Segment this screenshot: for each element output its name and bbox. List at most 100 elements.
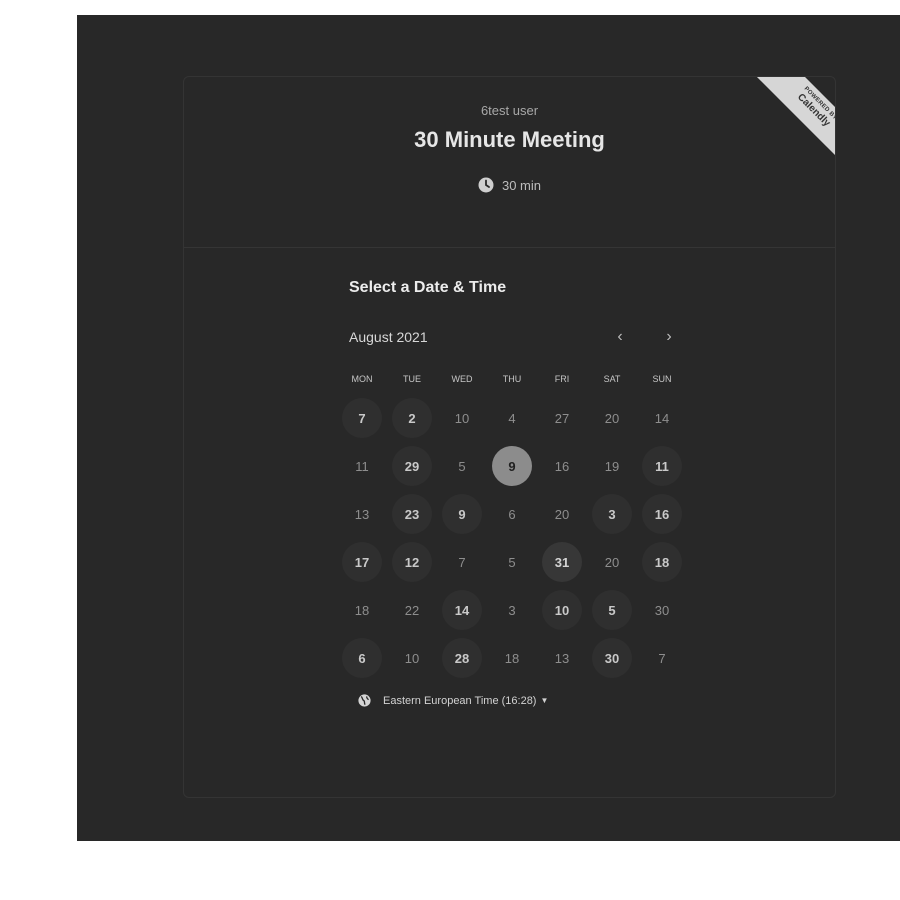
day-number: 28 xyxy=(442,638,482,678)
day-number: 13 xyxy=(554,650,570,666)
calendar-day-available[interactable]: 14 xyxy=(437,586,487,634)
weekday-label: WED xyxy=(451,374,473,384)
calendar-day-today[interactable]: 31 xyxy=(537,538,587,586)
calendar-day-unavailable: 7 xyxy=(437,538,487,586)
day-number: 20 xyxy=(604,554,620,570)
day-number: 4 xyxy=(508,410,516,426)
calendar-day-unavailable: 20 xyxy=(587,538,637,586)
day-number: 10 xyxy=(404,650,420,666)
day-number: 31 xyxy=(542,542,582,582)
day-number: 22 xyxy=(404,602,420,618)
day-number: 23 xyxy=(392,494,432,534)
calendar-day-unavailable: 5 xyxy=(437,442,487,490)
duration-label: 30 min xyxy=(501,177,542,193)
calendar-day-unavailable: 6 xyxy=(487,490,537,538)
calendar-day-available[interactable]: 5 xyxy=(587,586,637,634)
day-number: 14 xyxy=(654,410,670,426)
calendar-day-unavailable: 19 xyxy=(587,442,637,490)
day-number: 17 xyxy=(342,542,382,582)
day-number: 7 xyxy=(658,650,666,666)
day-number: 3 xyxy=(508,602,516,618)
weekday-label: SUN xyxy=(652,374,672,384)
day-number: 30 xyxy=(654,602,670,618)
calendar-day-unavailable: 3 xyxy=(487,586,537,634)
day-number: 20 xyxy=(604,410,620,426)
timezone-selector[interactable]: Eastern European Time (16:28) ▼ xyxy=(358,694,548,707)
calendly-brand: Calendly xyxy=(795,91,833,129)
badge-band: POWERED BY Calendly xyxy=(748,77,835,176)
day-number: 29 xyxy=(392,446,432,486)
powered-by-badge[interactable]: POWERED BY Calendly xyxy=(731,77,835,181)
weekday-header: MON TUE WED THU FRI SAT SUN xyxy=(337,374,687,384)
day-number: 6 xyxy=(508,506,516,522)
calendar-day-available[interactable]: 2 xyxy=(387,394,437,442)
calendar-day-available[interactable]: 23 xyxy=(387,490,437,538)
calendar-day-available[interactable]: 11 xyxy=(637,442,687,490)
day-number: 9 xyxy=(492,446,532,486)
weekday-label: TUE xyxy=(403,374,421,384)
day-number: 2 xyxy=(392,398,432,438)
day-number: 3 xyxy=(592,494,632,534)
calendar-day-unavailable: 14 xyxy=(637,394,687,442)
calendar-day-available[interactable]: 10 xyxy=(537,586,587,634)
calendar-day-available[interactable]: 16 xyxy=(637,490,687,538)
calendar-day-unavailable: 13 xyxy=(537,634,587,682)
calendar-day-unavailable: 10 xyxy=(437,394,487,442)
calendar-day-unavailable: 18 xyxy=(337,586,387,634)
weekday-label: MON xyxy=(351,374,373,384)
previous-month-button[interactable]: ‹ xyxy=(608,325,632,349)
day-number: 5 xyxy=(592,590,632,630)
calendar-day-available[interactable]: 6 xyxy=(337,634,387,682)
day-number: 7 xyxy=(458,554,466,570)
calendar-day-unavailable: 20 xyxy=(537,490,587,538)
calendar-day-available[interactable]: 18 xyxy=(637,538,687,586)
calendar-day-unavailable: 20 xyxy=(587,394,637,442)
day-number: 18 xyxy=(504,650,520,666)
day-number: 10 xyxy=(454,410,470,426)
day-number: 16 xyxy=(642,494,682,534)
calendar-day-available[interactable]: 12 xyxy=(387,538,437,586)
day-number: 6 xyxy=(342,638,382,678)
calendar-day-unavailable: 10 xyxy=(387,634,437,682)
chevron-right-icon: › xyxy=(666,328,672,345)
day-number: 9 xyxy=(442,494,482,534)
day-number: 11 xyxy=(355,458,369,474)
day-number: 18 xyxy=(642,542,682,582)
month-label: August 2021 xyxy=(349,329,428,345)
day-number: 5 xyxy=(458,458,466,474)
calendar-day-unavailable: 13 xyxy=(337,490,387,538)
day-number: 10 xyxy=(542,590,582,630)
weekday-label: SAT xyxy=(603,374,621,384)
calendar-day-unavailable: 4 xyxy=(487,394,537,442)
day-number: 16 xyxy=(554,458,570,474)
calendar-day-unavailable: 11 xyxy=(337,442,387,490)
calendar-day-available[interactable]: 17 xyxy=(337,538,387,586)
calendar-grid: 7 2 10 4 27 20 14 11 29 5 9 16 19 11 13 23 9 6 20 3 16 17 12 7 5… xyxy=(337,394,687,682)
day-number: 14 xyxy=(442,590,482,630)
next-month-button[interactable]: › xyxy=(657,325,681,349)
caret-down-icon: ▼ xyxy=(540,696,549,705)
calendar-day-selected[interactable]: 9 xyxy=(487,442,537,490)
globe-icon xyxy=(358,694,371,707)
clock-icon xyxy=(478,177,494,193)
weekday-label: FRI xyxy=(554,374,570,384)
calendar-day-available[interactable]: 28 xyxy=(437,634,487,682)
day-number: 30 xyxy=(592,638,632,678)
calendar-day-available[interactable]: 30 xyxy=(587,634,637,682)
calendar-day-available[interactable]: 9 xyxy=(437,490,487,538)
calendar-day-unavailable: 16 xyxy=(537,442,587,490)
calendar-day-available[interactable]: 3 xyxy=(587,490,637,538)
day-number: 19 xyxy=(604,458,620,474)
day-number: 7 xyxy=(342,398,382,438)
calendar-day-unavailable: 22 xyxy=(387,586,437,634)
calendar-day-unavailable: 30 xyxy=(637,586,687,634)
day-number: 20 xyxy=(554,506,570,522)
calendar-day-available[interactable]: 29 xyxy=(387,442,437,490)
day-number: 5 xyxy=(508,554,516,570)
weekday-label: THU xyxy=(502,374,522,384)
day-number: 13 xyxy=(354,506,370,522)
timezone-label: Eastern European Time (16:28) xyxy=(383,694,537,707)
scheduling-card: 6test user 30 Minute Meeting 30 min POWE… xyxy=(183,76,836,798)
section-title: Select a Date & Time xyxy=(349,279,507,296)
calendar-day-available[interactable]: 7 xyxy=(337,394,387,442)
